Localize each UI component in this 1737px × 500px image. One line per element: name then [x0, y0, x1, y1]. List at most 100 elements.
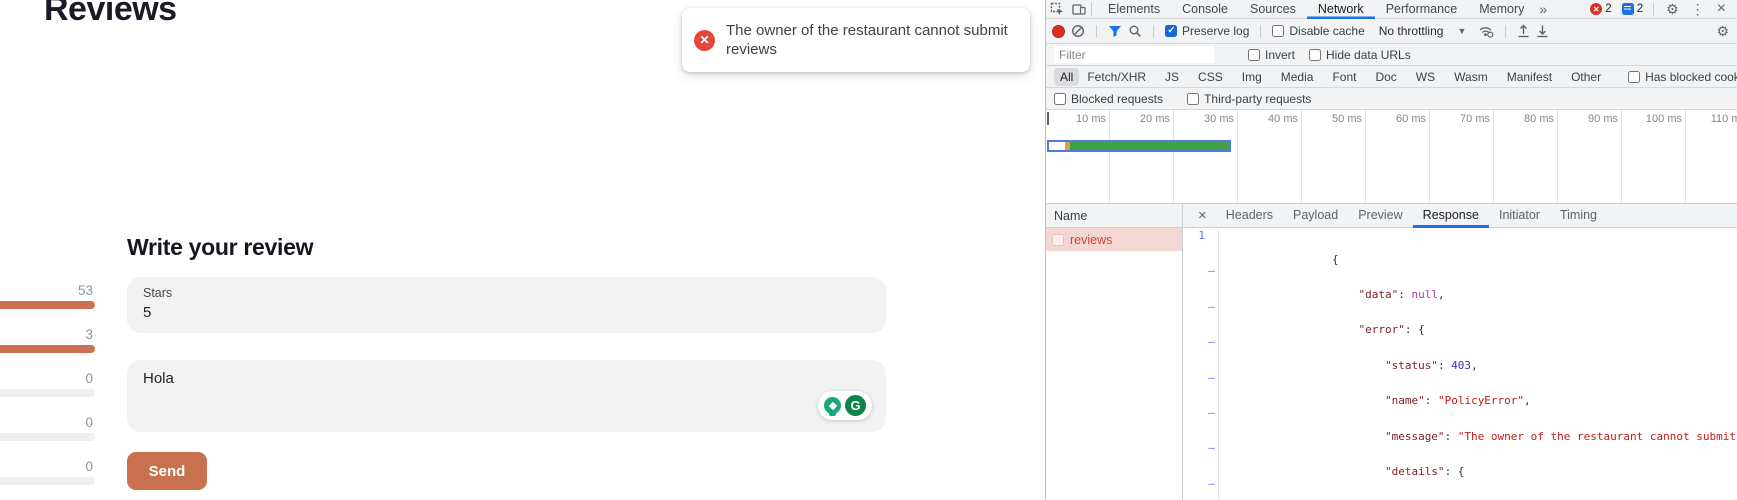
record-network-log-icon[interactable] [1052, 25, 1065, 38]
grammarly-g-icon[interactable]: G [845, 395, 866, 416]
checkbox-unchecked[interactable] [1628, 71, 1640, 83]
type-filter-chip[interactable]: All [1054, 68, 1079, 86]
devtools-tab[interactable]: Elements [1097, 0, 1171, 19]
request-row-reviews[interactable]: reviews [1046, 228, 1182, 251]
more-tabs-icon[interactable]: » [1535, 2, 1551, 16]
devtools-tab[interactable]: Console [1171, 0, 1239, 19]
checkbox-unchecked[interactable] [1272, 25, 1284, 37]
filter-funnel-icon[interactable] [1108, 25, 1122, 37]
ruler-segment: 110 ms [1686, 110, 1737, 203]
code-token: , [1524, 394, 1531, 407]
line-content: "data": null, [1226, 265, 1445, 300]
fold-marker[interactable]: – [1205, 407, 1219, 442]
filter-input[interactable] [1054, 46, 1214, 63]
type-filter-chip[interactable]: Manifest [1501, 68, 1558, 86]
fold-marker[interactable]: – [1205, 372, 1219, 407]
import-har-icon[interactable] [1517, 24, 1530, 38]
hide-data-urls-checkbox[interactable]: Hide data URLs [1309, 48, 1411, 62]
devtools-tab[interactable]: Sources [1239, 0, 1307, 19]
detail-tab[interactable]: Response [1413, 204, 1489, 228]
checkbox-unchecked[interactable] [1054, 93, 1066, 105]
network-overview-timeline[interactable]: 10 ms 20 ms 30 ms 40 ms 50 ms 60 ms 70 m… [1046, 110, 1737, 204]
type-filter-chip[interactable]: Font [1326, 68, 1362, 86]
toast-error-icon: ✕ [694, 30, 715, 51]
request-overview-bar[interactable] [1047, 140, 1231, 152]
line-content: "policy": "is-owner-review", [1226, 478, 1597, 500]
code-token [1332, 394, 1385, 407]
close-devtools-icon[interactable]: × [1710, 1, 1733, 17]
code-token [1332, 430, 1385, 443]
invert-checkbox[interactable]: Invert [1248, 48, 1295, 62]
close-detail-icon[interactable]: × [1189, 207, 1216, 224]
ruler-label: 20 ms [1140, 113, 1170, 125]
throttling-select[interactable]: No throttling ▼ [1379, 24, 1467, 38]
type-filter-chip[interactable]: Img [1236, 68, 1268, 86]
checkbox-checked[interactable] [1165, 25, 1177, 37]
ruler-segment: 60 ms [1366, 110, 1430, 203]
third-party-requests-checkbox[interactable]: Third-party requests [1187, 92, 1311, 106]
type-filter-chip[interactable]: WS [1410, 68, 1441, 86]
response-line: – "message": "The owner of the restauran… [1183, 407, 1737, 442]
detail-tab[interactable]: Payload [1283, 204, 1348, 228]
type-filter-chip[interactable]: Wasm [1448, 68, 1494, 86]
fold-marker[interactable]: – [1205, 301, 1219, 336]
devtools-tab[interactable]: Network [1307, 0, 1375, 19]
has-blocked-cookies-checkbox[interactable]: Has blocked cookies [1628, 70, 1737, 84]
network-conditions-icon[interactable] [1478, 25, 1494, 38]
detail-tab[interactable]: Initiator [1489, 204, 1550, 228]
code-token: "status" [1385, 359, 1438, 372]
rating-row: 53 [0, 283, 95, 309]
grammarly-bulb-icon[interactable] [824, 397, 841, 414]
rating-bar [0, 345, 95, 353]
inspect-icon[interactable] [1050, 2, 1064, 16]
code-token: { [1332, 253, 1339, 266]
review-textarea[interactable]: Hola [127, 360, 886, 432]
grammarly-widget[interactable]: G [818, 391, 872, 420]
console-messages-badge[interactable]: 2 [1617, 3, 1648, 15]
type-filter-chips: All Fetch/XHR JS CSS Img Media Font Doc … [1054, 68, 1614, 86]
name-column-header[interactable]: Name [1046, 204, 1182, 228]
devtools-tab[interactable]: Performance [1375, 0, 1469, 19]
console-errors-badge[interactable]: ✕ 2 [1585, 3, 1616, 15]
type-filter-chip[interactable]: Doc [1369, 68, 1402, 86]
devtools-tab[interactable]: Memory [1468, 0, 1535, 19]
response-viewer[interactable]: 1 { – [1183, 228, 1737, 500]
preserve-log-checkbox[interactable]: Preserve log [1165, 24, 1249, 38]
kebab-menu-icon[interactable]: ⋮ [1686, 2, 1710, 16]
detail-tab[interactable]: Preview [1348, 204, 1412, 228]
detail-tab[interactable]: Timing [1550, 204, 1607, 228]
code-token [1332, 288, 1359, 301]
checkbox-unchecked[interactable] [1248, 49, 1260, 61]
device-toolbar-icon[interactable] [1072, 3, 1086, 16]
type-filter-chip[interactable]: CSS [1192, 68, 1229, 86]
checkbox-unchecked[interactable] [1187, 93, 1199, 105]
code-token: : [1398, 288, 1411, 301]
type-filter-chip[interactable]: Fetch/XHR [1081, 68, 1152, 86]
stars-label: Stars [143, 286, 870, 300]
send-button[interactable]: Send [127, 452, 207, 490]
type-filter-chip[interactable]: Media [1275, 68, 1320, 86]
disable-cache-checkbox[interactable]: Disable cache [1272, 24, 1364, 38]
filter-row: Invert Hide data URLs [1046, 44, 1737, 66]
checkbox-unchecked[interactable] [1309, 49, 1321, 61]
rating-count: 0 [0, 459, 95, 475]
detail-tab[interactable]: Headers [1216, 204, 1283, 228]
ruler-label: 30 ms [1204, 113, 1234, 125]
network-settings-gear-icon[interactable]: ⚙ [1716, 24, 1731, 38]
fold-marker[interactable]: – [1205, 336, 1219, 371]
fold-marker[interactable]: – [1205, 265, 1219, 300]
type-filter-chip[interactable]: JS [1159, 68, 1185, 86]
fold-marker[interactable] [1205, 230, 1219, 265]
chevron-down-icon: ▼ [1457, 26, 1466, 36]
type-filter-chip[interactable]: Other [1565, 68, 1607, 86]
stars-field[interactable]: Stars 5 [127, 277, 886, 333]
clear-network-log-icon[interactable] [1071, 24, 1085, 38]
blocked-requests-checkbox[interactable]: Blocked requests [1054, 92, 1163, 106]
fold-marker[interactable]: – [1205, 442, 1219, 477]
devtools-panel: Elements Console Sources Network Perform… [1045, 0, 1737, 500]
search-icon[interactable] [1128, 24, 1142, 38]
code-token: : [1425, 394, 1438, 407]
fold-marker[interactable]: – [1205, 478, 1219, 500]
settings-gear-icon[interactable]: ⚙ [1659, 2, 1686, 16]
export-har-icon[interactable] [1536, 24, 1549, 38]
